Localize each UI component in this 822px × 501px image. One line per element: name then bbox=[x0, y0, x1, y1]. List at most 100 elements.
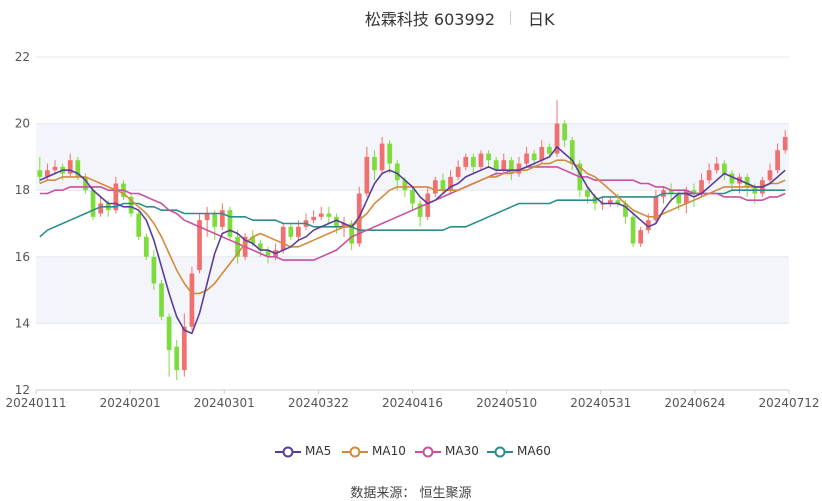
candle-body bbox=[501, 160, 507, 171]
candle-body bbox=[387, 143, 393, 164]
x-tick-label: 20240712 bbox=[758, 396, 819, 410]
chart-legend: MA5 MA10 MA30 MA60 bbox=[0, 443, 822, 461]
candle bbox=[212, 210, 218, 241]
candle-body bbox=[744, 176, 750, 187]
candle-body bbox=[52, 166, 58, 171]
data-source-note: 数据来源： 恒生聚源 bbox=[350, 486, 472, 501]
legend-label-ma30: MA30 bbox=[445, 444, 479, 458]
legend-ma5-icon bbox=[275, 446, 301, 458]
candle bbox=[653, 190, 659, 224]
y-tick-label: 16 bbox=[15, 250, 30, 264]
candle-body bbox=[585, 190, 590, 197]
candle-body bbox=[463, 156, 469, 167]
candle-body bbox=[524, 153, 529, 164]
candle-body bbox=[516, 163, 522, 174]
candle-body bbox=[455, 166, 461, 177]
candle-body bbox=[394, 163, 400, 181]
candle bbox=[189, 266, 195, 331]
candle-body bbox=[562, 123, 567, 141]
candle bbox=[219, 203, 225, 231]
candle bbox=[326, 206, 332, 224]
candle bbox=[744, 173, 750, 197]
x-tick-label: 20240510 bbox=[476, 396, 537, 410]
y-tick-label: 22 bbox=[15, 50, 30, 64]
candle bbox=[197, 213, 202, 274]
candle-body bbox=[775, 150, 780, 171]
candle-body bbox=[189, 273, 195, 327]
candle bbox=[607, 196, 613, 207]
legend-label-ma60: MA60 bbox=[517, 444, 551, 458]
candle bbox=[630, 213, 636, 247]
candle-body bbox=[159, 283, 164, 317]
candle-body bbox=[174, 346, 180, 371]
candle-body bbox=[683, 190, 689, 204]
candle-body bbox=[318, 213, 324, 217]
candle-body bbox=[181, 326, 187, 371]
y-axis-tick-labels: 12 14 16 18 20 22 bbox=[15, 50, 30, 397]
background-band bbox=[36, 123, 789, 191]
candle-body bbox=[630, 216, 636, 244]
candle-body bbox=[288, 226, 294, 237]
candle-body bbox=[470, 156, 476, 167]
candle bbox=[166, 313, 172, 377]
candle bbox=[417, 200, 423, 227]
candle bbox=[159, 280, 164, 321]
candle-body bbox=[280, 226, 286, 251]
candle-body bbox=[547, 146, 552, 154]
legend-label-ma10: MA10 bbox=[372, 444, 406, 458]
candle-body bbox=[638, 230, 644, 244]
candle-body bbox=[425, 193, 431, 217]
candle-body bbox=[486, 153, 491, 161]
plot-background-bands bbox=[36, 123, 789, 324]
candle-body bbox=[379, 143, 385, 171]
candle-body bbox=[539, 146, 545, 161]
candle bbox=[174, 340, 180, 381]
x-axis-tick-labels: 20240111 20240201 20240301 20240322 20240416… bbox=[5, 390, 820, 410]
candle-body bbox=[296, 226, 301, 237]
x-tick-label: 20240531 bbox=[570, 396, 631, 410]
candle-body bbox=[782, 136, 788, 151]
candle-body bbox=[136, 213, 142, 237]
grid-lines bbox=[36, 56, 789, 391]
x-tick-label: 20240624 bbox=[664, 396, 725, 410]
candle bbox=[638, 226, 644, 247]
x-tick-label: 20240111 bbox=[5, 396, 66, 410]
candle-body bbox=[227, 210, 233, 237]
candle-body bbox=[364, 156, 370, 194]
candle-body bbox=[219, 210, 225, 227]
candle bbox=[204, 206, 210, 237]
candle-body bbox=[372, 156, 377, 171]
legend-ma60-icon bbox=[487, 446, 513, 458]
candle-body bbox=[151, 256, 157, 284]
candle-body bbox=[311, 216, 316, 221]
x-tick-label: 20240416 bbox=[382, 396, 443, 410]
candle bbox=[288, 223, 294, 241]
candle-body bbox=[143, 236, 149, 257]
candle bbox=[227, 206, 233, 241]
candle-body bbox=[721, 163, 727, 174]
candle-body bbox=[729, 173, 735, 184]
x-tick-label: 20240201 bbox=[100, 396, 161, 410]
legend-label-ma5: MA5 bbox=[305, 444, 332, 458]
candle-body bbox=[531, 153, 537, 161]
candle bbox=[136, 210, 142, 241]
candle-body bbox=[212, 213, 218, 227]
candle-body bbox=[432, 180, 438, 194]
background-band bbox=[36, 256, 789, 324]
candle-body bbox=[326, 213, 332, 217]
candle-body bbox=[706, 170, 712, 181]
kline-chart[interactable]: 12 14 16 18 20 22 20240111 20240201 20240301 202… bbox=[0, 0, 822, 500]
legend-ma10-icon bbox=[342, 446, 368, 458]
x-tick-label: 20240301 bbox=[194, 396, 255, 410]
candle bbox=[318, 206, 324, 221]
y-tick-label: 18 bbox=[15, 183, 30, 197]
y-tick-label: 20 bbox=[15, 117, 30, 131]
candle-body bbox=[37, 170, 43, 177]
y-tick-label: 14 bbox=[15, 316, 30, 330]
candle-body bbox=[440, 180, 446, 191]
candle-body bbox=[767, 170, 773, 181]
candle-body bbox=[334, 216, 339, 227]
candle-body bbox=[98, 203, 104, 214]
candle-body bbox=[478, 153, 484, 167]
y-tick-label: 12 bbox=[15, 383, 30, 397]
